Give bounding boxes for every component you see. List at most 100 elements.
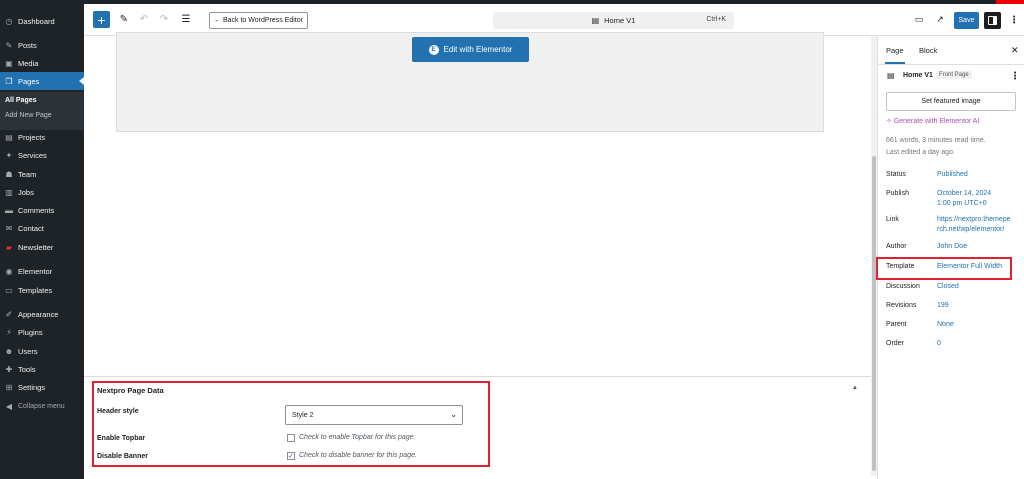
- page-actions-button[interactable]: ⋮: [1010, 71, 1020, 82]
- sidebar-item-appearance[interactable]: ✐ Appearance: [0, 305, 84, 323]
- header-style-value: Style 2: [292, 411, 314, 419]
- sidebar-item-jobs[interactable]: ▥ Jobs: [0, 183, 84, 201]
- edit-with-elementor-button[interactable]: E Edit with Elementor: [412, 37, 529, 62]
- settings-panel-toggle[interactable]: [984, 12, 1001, 29]
- metabox-title: Nextpro Page Data: [97, 386, 164, 395]
- sidebar-item-media[interactable]: ▣ Media: [0, 54, 84, 72]
- sidebar-item-label: Team: [18, 169, 37, 179]
- sidebar-item-contact[interactable]: ✉ Contact: [0, 219, 84, 237]
- enable-topbar-label: Enable Topbar: [97, 435, 146, 442]
- redo-button[interactable]: ↷: [157, 12, 171, 26]
- generate-ai-link[interactable]: ✧ Generate with Elementor AI: [886, 117, 979, 125]
- back-to-wordpress-editor-button[interactable]: ← Back to WordPress Editor: [209, 12, 308, 29]
- enable-topbar-description: Check to enable Topbar for this page.: [299, 434, 416, 441]
- add-block-button[interactable]: +: [93, 11, 110, 28]
- sidebar-item-label: Newsletter: [18, 242, 54, 252]
- sidebar-item-team[interactable]: ☗ Team: [0, 165, 84, 183]
- close-icon: ✕: [1011, 45, 1019, 55]
- parent-value-link[interactable]: None: [937, 320, 954, 330]
- jobs-icon: ▥: [5, 187, 13, 197]
- status-value-link[interactable]: Published: [937, 170, 968, 180]
- order-value-link[interactable]: 0: [937, 339, 941, 349]
- sidebar-item-label: Jobs: [18, 187, 34, 197]
- projects-icon: ▤: [5, 132, 13, 142]
- page-data-metabox: [84, 376, 871, 479]
- caret-up-icon: ▲: [852, 385, 858, 391]
- submenu-add-new-page[interactable]: Add New Page: [5, 112, 52, 119]
- sidebar-item-projects[interactable]: ▤ Projects: [0, 128, 84, 146]
- sidebar-item-posts[interactable]: ✎ Posts: [0, 36, 84, 54]
- checkmark-icon: ✓: [288, 453, 294, 460]
- author-value-link[interactable]: John Doe: [937, 242, 967, 252]
- disable-banner-description: Check to disable banner for this page.: [299, 452, 417, 459]
- sidebar-item-label: Contact: [18, 223, 44, 233]
- disable-banner-checkbox[interactable]: ✓: [287, 452, 295, 460]
- sidebar-item-settings[interactable]: ⊞ Settings: [0, 378, 84, 396]
- header-style-select[interactable]: Style 2 ⌄: [285, 405, 463, 425]
- pin-icon: ✎: [5, 40, 13, 50]
- options-menu-button[interactable]: ⋮: [1009, 12, 1019, 29]
- sidebar-item-label: Tools: [18, 364, 36, 374]
- publish-date-link[interactable]: October 14, 2024 1:00 pm UTC+0: [937, 189, 991, 209]
- command-palette-bar[interactable]: ▤ Home V1 Ctrl+K: [493, 12, 734, 29]
- sidebar-item-plugins[interactable]: ⚡ Plugins: [0, 323, 84, 341]
- permalink-link[interactable]: https://nextpro.themepe rch.net/wp/elemen…: [937, 215, 1011, 235]
- sidebar-item-dashboard[interactable]: ◷ Dashboard: [0, 12, 84, 30]
- status-label: Status: [886, 171, 906, 178]
- chevron-down-icon: ⌄: [450, 410, 457, 419]
- sidebar-item-pages[interactable]: ❐ Pages: [0, 72, 84, 90]
- sidebar-item-services[interactable]: ✦ Services: [0, 146, 84, 164]
- external-link-icon: ↗: [936, 13, 944, 24]
- undo-icon: ↶: [139, 13, 149, 25]
- sidebar-item-users[interactable]: ☻ Users: [0, 342, 84, 360]
- sidebar-item-tools[interactable]: ✚ Tools: [0, 360, 84, 378]
- sidebar-item-elementor[interactable]: ◉ Elementor: [0, 262, 84, 280]
- revisions-value-link[interactable]: 199: [937, 301, 949, 311]
- user-icon: ☻: [4, 346, 14, 356]
- panel-page-title: Home V1: [903, 72, 933, 79]
- collapse-menu-button[interactable]: ◀ Collapse menu: [0, 397, 84, 415]
- template-label: Template: [886, 263, 915, 270]
- document-overview-button[interactable]: ☰: [179, 12, 193, 26]
- sparkle-icon: ✧: [886, 118, 894, 125]
- preview-button[interactable]: ▭: [913, 13, 925, 25]
- document-title: Home V1: [604, 16, 636, 25]
- more-vertical-icon: ⋮: [1009, 15, 1019, 26]
- tools-pencil-button[interactable]: ✎: [117, 12, 131, 26]
- author-label: Author: [886, 243, 907, 250]
- tab-page[interactable]: Page: [885, 46, 905, 64]
- sidebar-item-newsletter[interactable]: ▰ Newsletter: [0, 238, 84, 256]
- disable-banner-label: Disable Banner: [97, 453, 148, 460]
- sidebar-item-comments[interactable]: ▬ Comments: [0, 201, 84, 219]
- view-page-button[interactable]: ↗: [934, 13, 946, 25]
- comments-icon: ▬: [5, 205, 13, 215]
- close-panel-button[interactable]: ✕: [1011, 45, 1019, 56]
- scrollbar-thumb[interactable]: [872, 156, 876, 471]
- redo-icon: ↷: [159, 13, 169, 25]
- desktop-icon: ▭: [914, 13, 924, 24]
- page-doc-icon: ▤: [887, 71, 895, 80]
- pages-submenu: All Pages Add New Page: [0, 92, 84, 130]
- last-edited-text: Last edited a day ago.: [886, 149, 955, 156]
- permalink-line-1: https://nextpro.themepe: [937, 216, 1011, 223]
- save-button[interactable]: Save: [954, 12, 979, 29]
- folder-icon: ▭: [5, 285, 13, 295]
- sidebar-item-label: Dashboard: [18, 16, 55, 26]
- enable-topbar-checkbox[interactable]: [287, 434, 295, 442]
- template-value-link[interactable]: Elementor Full Width: [937, 262, 1002, 272]
- permalink-line-2: rch.net/wp/elementor/: [937, 226, 1005, 233]
- collapse-icon: ◀: [5, 401, 13, 411]
- metabox-collapse-toggle[interactable]: ▲: [852, 385, 858, 391]
- sidebar-item-templates[interactable]: ▭ Templates: [0, 281, 84, 299]
- parent-label: Parent: [886, 321, 907, 328]
- sidebar-item-label: Media: [18, 58, 39, 68]
- discussion-value-link[interactable]: Closed: [937, 282, 959, 292]
- sidebar-toggle-icon: [988, 16, 997, 25]
- set-featured-image-button[interactable]: Set featured image: [886, 92, 1016, 111]
- tab-block[interactable]: Block: [919, 46, 937, 55]
- submenu-all-pages[interactable]: All Pages: [5, 97, 37, 104]
- settings-icon: ⊞: [5, 382, 13, 392]
- mail-icon: ✉: [5, 223, 13, 233]
- sidebar-item-label: Appearance: [18, 309, 59, 319]
- undo-button[interactable]: ↶: [137, 12, 151, 26]
